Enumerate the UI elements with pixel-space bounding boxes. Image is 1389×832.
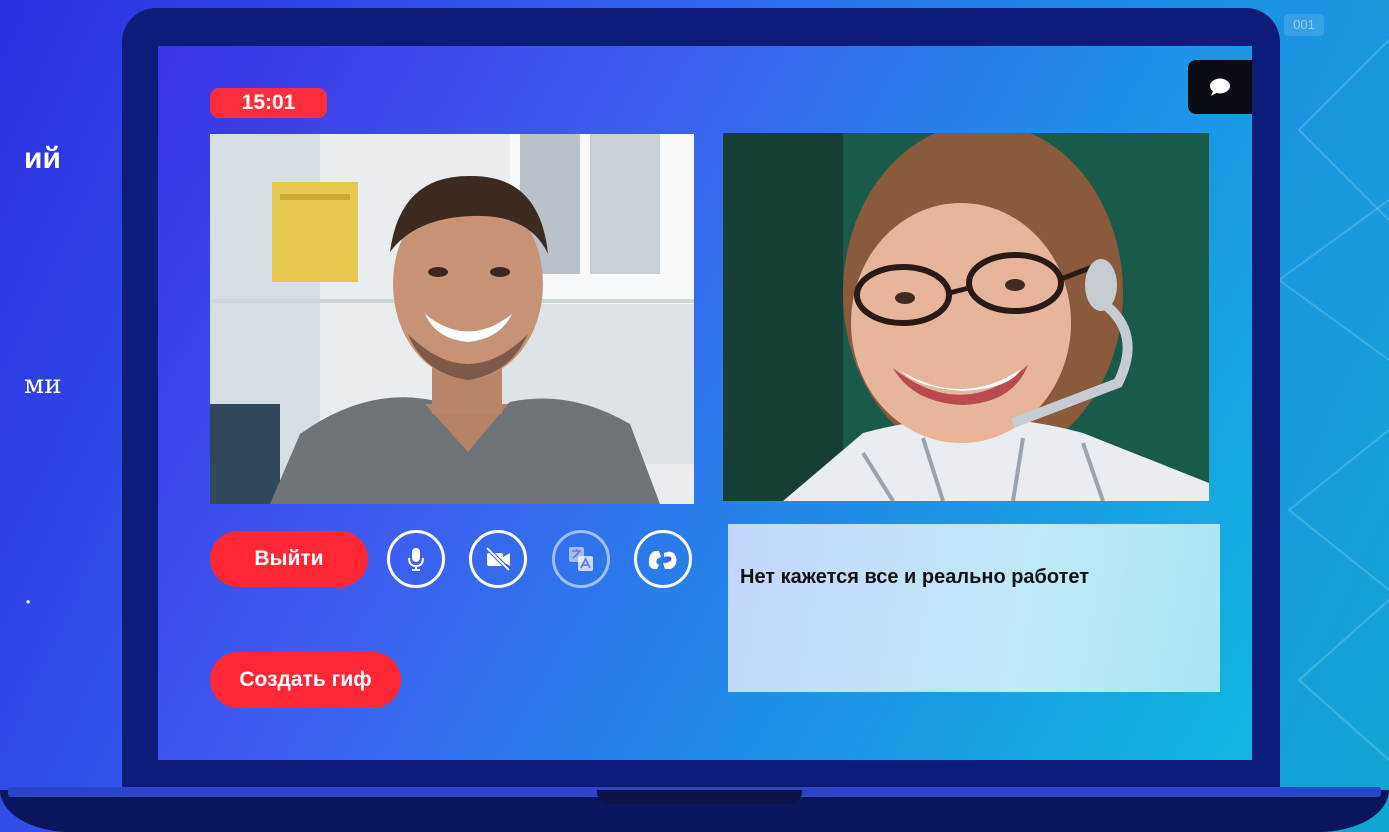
left-text-fragment-2: ми — [24, 370, 62, 400]
subtitle-panel: Нет кажется все и реально работет — [728, 524, 1220, 692]
chat-bubble-icon — [1210, 78, 1230, 96]
left-text-fragment-3: . — [24, 580, 33, 610]
subtitle-text: Нет кажется все и реально работет — [740, 566, 1090, 588]
translate-toggle-button[interactable] — [552, 530, 610, 588]
remote-video-feed — [723, 133, 1209, 501]
chat-toggle-button[interactable] — [1188, 60, 1252, 114]
camera-toggle-button[interactable] — [469, 530, 527, 588]
camera-off-icon — [485, 546, 511, 572]
laptop-notch — [597, 790, 802, 804]
exit-button[interactable]: Выйти — [210, 531, 368, 587]
call-timer: 15:01 — [210, 88, 327, 118]
create-gif-button[interactable]: Создать гиф — [210, 652, 401, 708]
sign-language-toggle-button[interactable] — [634, 530, 692, 588]
left-text-fragment-1: ий — [24, 142, 61, 175]
local-video-feed — [210, 134, 694, 504]
microphone-icon — [408, 548, 424, 571]
corner-badge: 001 — [1284, 14, 1324, 36]
mic-toggle-button[interactable] — [387, 530, 445, 588]
sign-language-icon — [648, 551, 677, 570]
video-call-screen: 15:01 Выйти Создать гиф Нет кажется все … — [158, 46, 1252, 760]
translate-icon — [569, 547, 593, 571]
